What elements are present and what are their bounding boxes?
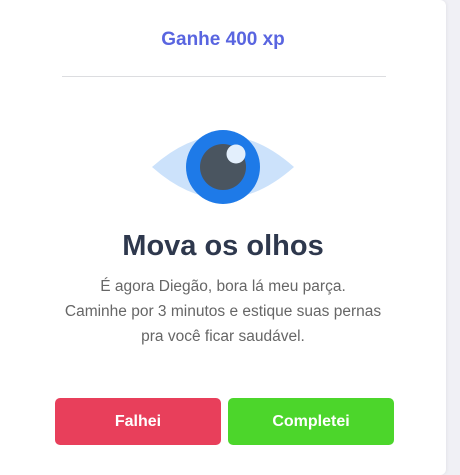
xp-reward-label: Ganhe 400 xp (161, 29, 285, 50)
description-line: pra você ficar saudável. (141, 328, 305, 345)
failed-button[interactable]: Falhei (55, 398, 221, 445)
challenge-description: É agora Diegão, bora lá meu parça. Camin… (0, 274, 446, 349)
completed-button[interactable]: Completei (228, 398, 394, 445)
description-line: É agora Diegão, bora lá meu parça. (100, 278, 346, 295)
eye-icon (152, 130, 294, 204)
divider (62, 76, 386, 77)
description-line: Caminhe por 3 minutos e estique suas per… (64, 303, 382, 320)
challenge-title: Mova os olhos (122, 230, 324, 262)
challenge-card: Ganhe 400 xp Mova os olhos É agora Diegã… (0, 0, 446, 475)
